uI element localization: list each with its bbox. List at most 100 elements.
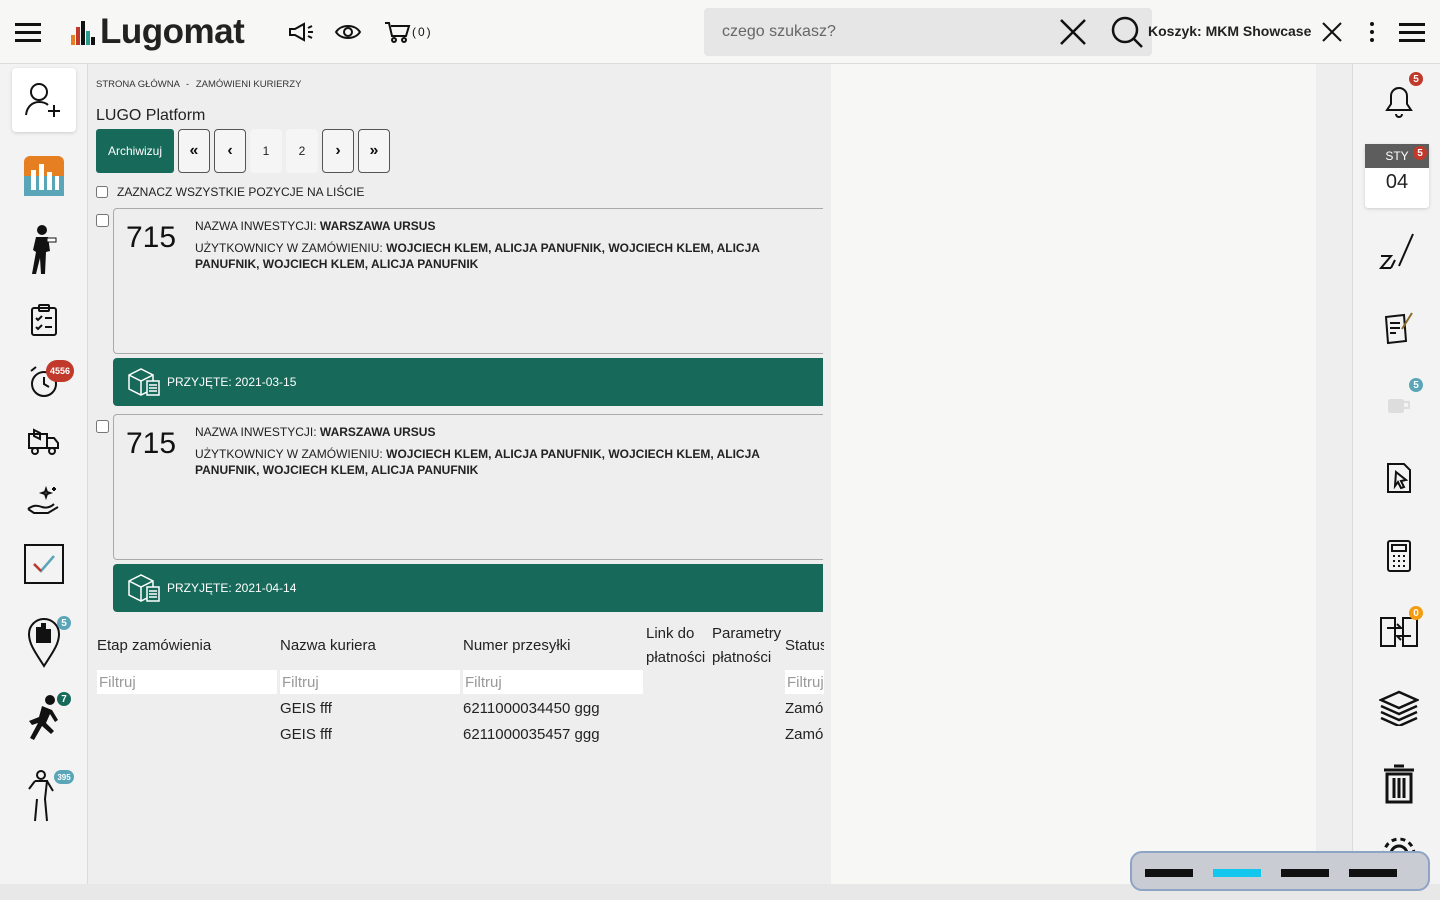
workspace-tab-4[interactable] <box>1349 869 1397 877</box>
page-2-button[interactable]: 2 <box>286 129 318 173</box>
order-investment: NAZWA INWESTYCJI: WARSZAWA URSUS <box>195 425 435 439</box>
breadcrumb-separator: - <box>186 79 190 90</box>
last-page-button[interactable]: » <box>358 129 390 173</box>
bell-icon[interactable]: 5 <box>1377 72 1423 122</box>
runner-badge: 7 <box>57 692 71 706</box>
coffee-badge: 5 <box>1409 378 1423 392</box>
table-cell: GEIS fff <box>280 700 332 717</box>
column-header[interactable]: Nazwa kuriera <box>280 634 376 658</box>
column-header[interactable]: Parametry płatności <box>712 624 786 670</box>
cart-label[interactable]: Koszyk: MKM Showcase <box>1148 23 1311 39</box>
select-all[interactable]: ZAZNACZ WSZYSTKIE POZYCJE NA LIŚCIE <box>96 185 364 199</box>
map-pin-chart-icon[interactable]: 5 <box>12 610 76 674</box>
calendar-widget[interactable]: STY 04 5 <box>1365 144 1429 208</box>
filter-input[interactable] <box>280 670 460 694</box>
menu-icon[interactable] <box>1395 14 1429 50</box>
filter-input[interactable] <box>97 670 277 694</box>
column-header[interactable]: Etap zamówienia <box>97 634 211 658</box>
alarm-clock-icon[interactable]: 4556 <box>12 350 76 414</box>
eye-icon[interactable] <box>331 14 365 50</box>
investment-value: WARSZAWA URSUS <box>319 219 436 233</box>
calendar-badge: 5 <box>1413 146 1427 160</box>
column-header[interactable]: Numer przesyłki <box>463 634 571 658</box>
users-label: UŻYTKOWNICY W ZAMÓWIENIU: <box>195 241 383 255</box>
hand-sparkle-icon[interactable] <box>12 468 76 532</box>
table-cell: Zamó <box>785 726 824 743</box>
order-number: 715 <box>126 427 177 460</box>
clear-search-icon[interactable] <box>1056 14 1090 50</box>
table-cell: 6211000035457 ggg <box>463 726 600 743</box>
search-icon[interactable] <box>1110 14 1144 50</box>
order-status-text: PRZYJĘTE: 2021-04-14 <box>167 581 297 595</box>
calendar-day: 04 <box>1385 171 1409 193</box>
archive-button[interactable]: Archiwizuj <box>96 129 174 173</box>
close-cart-icon[interactable] <box>1315 14 1349 50</box>
investment-label: NAZWA INWESTYCJI: <box>195 425 317 439</box>
logo[interactable]: Lugomat <box>70 12 245 52</box>
order-card-2[interactable]: 715 NAZWA INWESTYCJI: WARSZAWA URSUS UŻY… <box>113 414 823 560</box>
top-bar: Lugomat (0) Koszyk: MKM Showcase <box>0 0 1440 64</box>
document-cursor-icon[interactable] <box>1377 456 1421 500</box>
bell-badge: 5 <box>1409 72 1423 86</box>
workspace-tab-2-active[interactable] <box>1213 869 1261 877</box>
select-all-checkbox[interactable] <box>96 186 108 198</box>
signature-icon[interactable] <box>1377 230 1421 274</box>
trash-icon[interactable] <box>1377 762 1421 806</box>
more-vertical-icon[interactable] <box>1355 14 1389 50</box>
search-input[interactable] <box>722 8 1042 56</box>
document-edit-icon[interactable] <box>1377 306 1421 350</box>
search-box <box>704 8 1152 56</box>
filter-input[interactable] <box>785 670 824 694</box>
workspace-dock <box>1130 851 1430 891</box>
cart-icon[interactable] <box>381 14 415 50</box>
column-header[interactable]: Link do płatności <box>646 624 710 670</box>
order-status-bar-2[interactable]: PRZYJĘTE: 2021-04-14 <box>113 564 823 612</box>
filter-input[interactable] <box>463 670 643 694</box>
order-status-bar-1[interactable]: PRZYJĘTE: 2021-03-15 <box>113 358 823 406</box>
megaphone-icon[interactable] <box>283 14 317 50</box>
exchange-icon[interactable]: 0 <box>1377 606 1423 654</box>
investment-label: NAZWA INWESTYCJI: <box>195 219 317 233</box>
people-badge: 395 <box>54 770 74 784</box>
breadcrumb-home[interactable]: STRONA GŁÓWNA <box>96 79 179 90</box>
exchange-badge: 0 <box>1409 606 1423 620</box>
delivery-truck-icon[interactable] <box>12 410 76 474</box>
order-card-1[interactable]: 715 NAZWA INWESTYCJI: WARSZAWA URSUS UŻY… <box>113 208 823 354</box>
order-2-checkbox[interactable] <box>96 420 109 433</box>
coffee-cup-icon[interactable]: 5 <box>1377 378 1423 426</box>
users-label: UŻYTKOWNICY W ZAMÓWIENIU: <box>195 447 383 461</box>
investment-value: WARSZAWA URSUS <box>319 425 436 439</box>
shipments-table: Etap zamówienia Nazwa kuriera Numer prze… <box>96 624 824 764</box>
order-number: 715 <box>126 221 177 254</box>
runner-icon[interactable]: 7 <box>12 688 76 752</box>
right-sidebar: 5 STY 04 5 5 0 <box>1352 64 1440 884</box>
left-sidebar: 4556 5 7 395 <box>0 64 88 884</box>
workspace-tab-1[interactable] <box>1145 869 1193 877</box>
table-cell: 6211000034450 ggg <box>463 700 600 717</box>
order-users: UŻYTKOWNICY W ZAMÓWIENIU: WOJCIECH KLEM,… <box>195 446 815 478</box>
checkbox-task-icon[interactable] <box>12 532 76 596</box>
calculator-icon[interactable] <box>1377 534 1421 578</box>
people-icon[interactable]: 395 <box>12 764 76 828</box>
package-icon <box>128 574 160 602</box>
logo-chart-icon <box>71 21 95 45</box>
analytics-app-icon[interactable] <box>12 144 76 208</box>
worker-icon[interactable] <box>12 218 76 282</box>
page-title: LUGO Platform <box>96 107 206 124</box>
select-all-label: ZAZNACZ WSZYSTKIE POZYCJE NA LIŚCIE <box>117 185 365 199</box>
order-1-checkbox[interactable] <box>96 214 109 227</box>
stack-layers-icon[interactable] <box>1377 686 1421 730</box>
page-1-button[interactable]: 1 <box>250 129 282 173</box>
first-page-button[interactable]: « <box>178 129 210 173</box>
column-header[interactable]: Status <box>785 634 824 658</box>
table-cell: GEIS fff <box>280 726 332 743</box>
add-user-icon[interactable] <box>12 68 76 132</box>
prev-page-button[interactable]: ‹ <box>214 129 246 173</box>
breadcrumb: STRONA GŁÓWNA - ZAMÓWIENI KURIERZY <box>96 79 301 90</box>
checklist-clipboard-icon[interactable] <box>12 288 76 352</box>
alarm-badge: 4556 <box>46 360 74 382</box>
workspace-tab-3[interactable] <box>1281 869 1329 877</box>
next-page-button[interactable]: › <box>322 129 354 173</box>
logo-text: Lugomat <box>100 12 245 51</box>
hamburger-menu-icon[interactable] <box>11 14 45 50</box>
